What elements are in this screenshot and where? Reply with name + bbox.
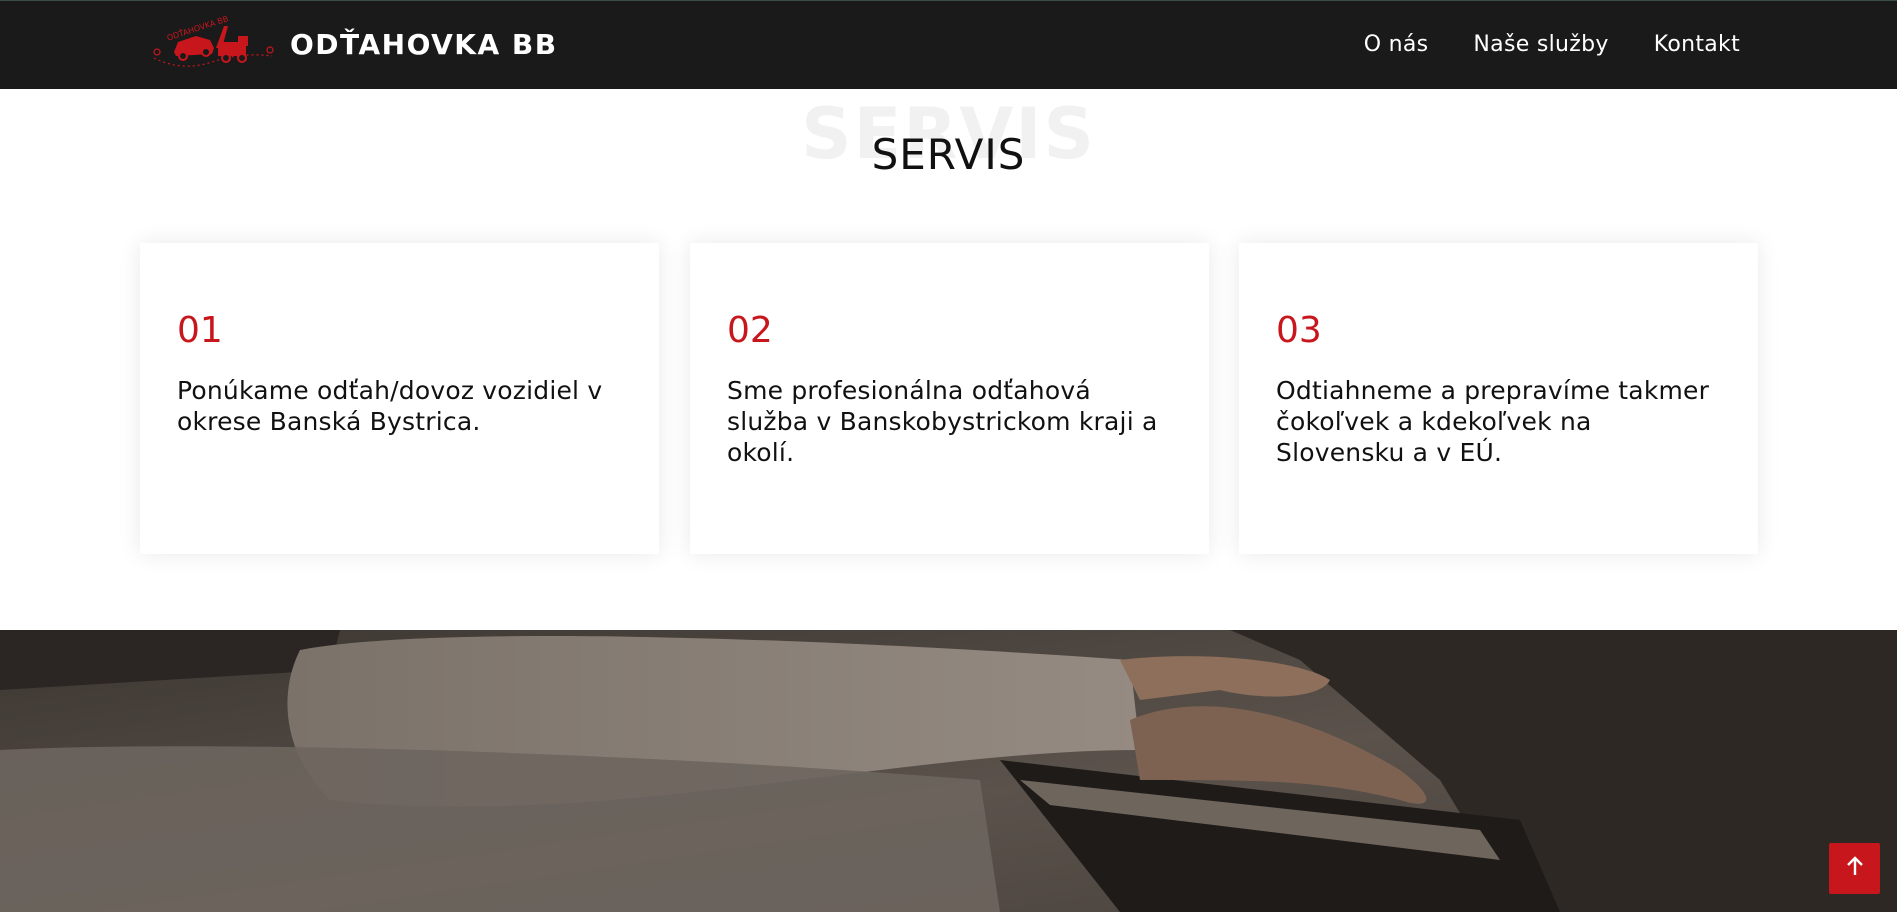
section-title: SERVIS	[871, 130, 1026, 179]
hero-background-image	[0, 630, 1897, 912]
back-to-top-button[interactable]	[1829, 843, 1880, 894]
card-text: Sme profesionálna odťahová služba v Bans…	[727, 376, 1158, 467]
service-card: 03 Odtiahneme a prepravíme takmer čokoľv…	[1239, 243, 1758, 554]
arrow-up-icon	[1844, 855, 1866, 882]
card-number: 02	[727, 310, 773, 351]
main-nav: O nás Naše služby Kontakt	[1364, 32, 1740, 57]
nav-link-nase-sluzby[interactable]: Naše služby	[1473, 32, 1608, 57]
card-number: 01	[177, 310, 223, 351]
nav-link-o-nas[interactable]: O nás	[1364, 32, 1429, 57]
tow-truck-logo[interactable]: ODŤAHOVKA BB	[152, 12, 280, 72]
card-text: Ponúkame odťah/dovoz vozidiel v okrese B…	[177, 376, 603, 436]
service-card: 01 Ponúkame odťah/dovoz vozidiel v okres…	[140, 243, 659, 554]
brand-name[interactable]: ODŤAHOVKA BB	[290, 28, 558, 61]
card-text: Odtiahneme a prepravíme takmer čokoľvek …	[1276, 376, 1710, 467]
card-number: 03	[1276, 310, 1322, 351]
nav-link-kontakt[interactable]: Kontakt	[1654, 32, 1740, 57]
navbar: ODŤAHOVKA BB ODŤAHOVKA BB O nás Naše slu…	[0, 0, 1897, 89]
service-card: 02 Sme profesionálna odťahová služba v B…	[690, 243, 1209, 554]
